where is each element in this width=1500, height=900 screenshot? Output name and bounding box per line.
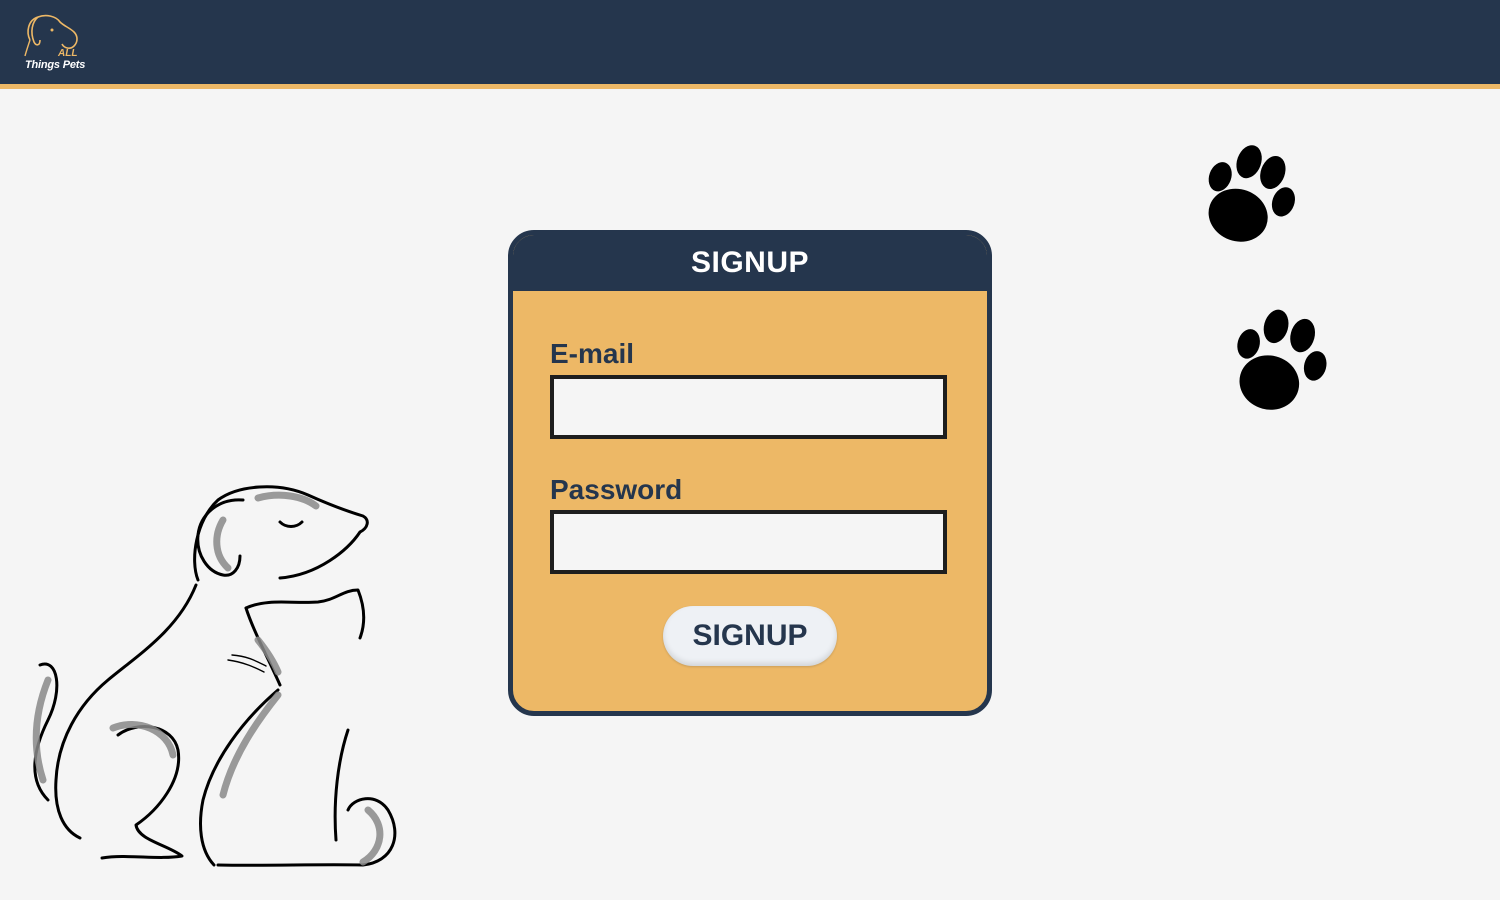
top-navigation-bar: ALL Things Pets xyxy=(0,0,1500,89)
signup-card-title: SIGNUP xyxy=(513,235,987,291)
signup-card: SIGNUP E-mail Password SIGNUP xyxy=(508,230,992,716)
paw-print-icon xyxy=(1237,309,1327,410)
email-field[interactable] xyxy=(550,375,947,439)
email-label: E-mail xyxy=(550,338,635,369)
signup-button[interactable]: SIGNUP xyxy=(663,606,837,666)
logo-text: Things Pets xyxy=(25,59,86,71)
all-things-pets-logo[interactable]: ALL Things Pets xyxy=(22,12,86,74)
logo-accent-text: ALL xyxy=(58,48,78,59)
password-field[interactable] xyxy=(550,510,947,574)
dog-and-cat-illustration xyxy=(32,485,397,867)
paw-print-icon xyxy=(1208,145,1295,242)
password-label: Password xyxy=(550,474,683,505)
